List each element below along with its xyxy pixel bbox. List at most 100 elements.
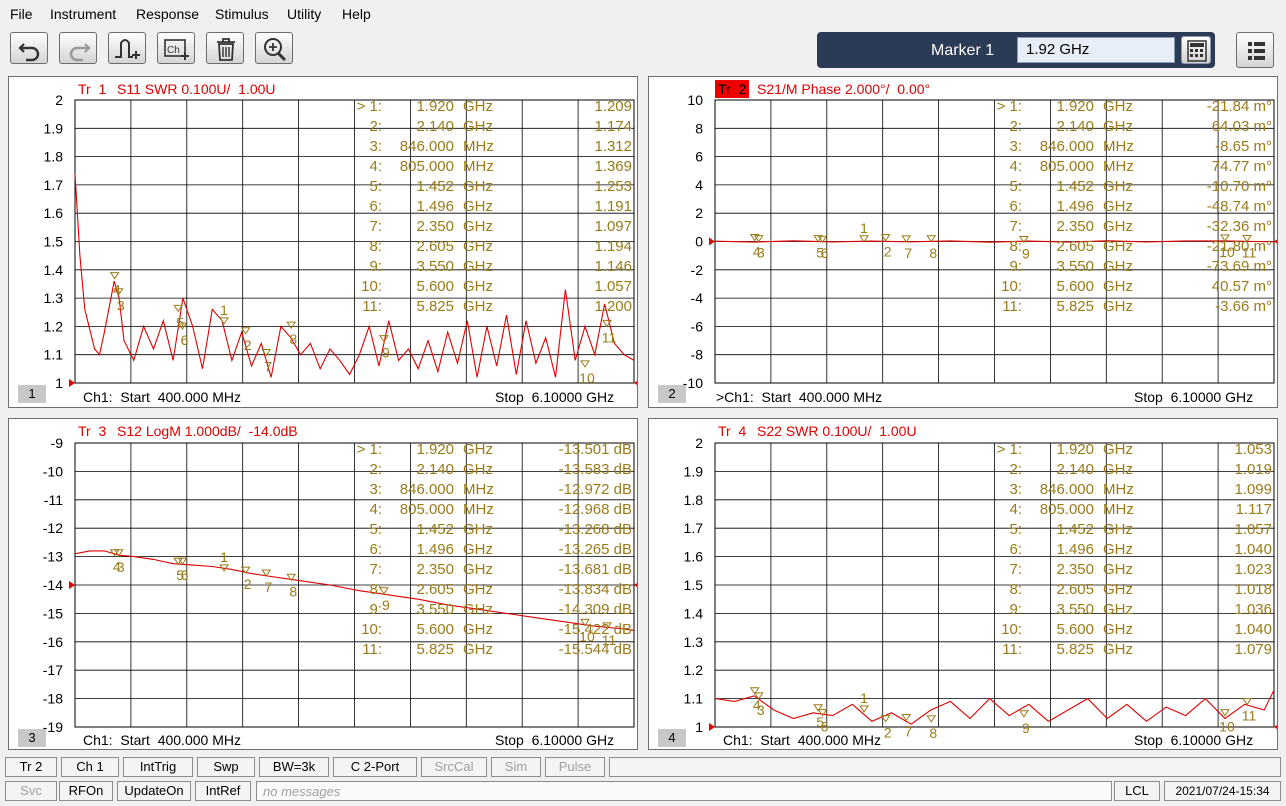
start-frequency[interactable]: Ch1: Start 400.000 MHz	[83, 389, 241, 405]
add-marker-button[interactable]	[108, 32, 146, 64]
marker-table-frequency[interactable]: 2.605	[416, 581, 454, 598]
status-calibration[interactable]: C 2-Port	[333, 757, 417, 777]
status-sweep[interactable]: Swp	[197, 757, 255, 777]
marker-table-frequency[interactable]: 2.605	[1056, 238, 1094, 255]
delete-button[interactable]	[206, 32, 244, 64]
marker-table-frequency[interactable]: 2.140	[1056, 461, 1094, 478]
marker-value-input[interactable]: 1.92 GHz	[1017, 37, 1175, 63]
marker-table-frequency[interactable]: 5.600	[416, 621, 454, 638]
reference-level-marker[interactable]	[69, 581, 75, 589]
status-simulation[interactable]: Sim	[491, 757, 541, 777]
trace-plot-2[interactable]: 1086420-2-4-6-8-101234 56 7 8 9 10 11> 1: 1.920…	[649, 77, 1277, 407]
start-frequency[interactable]: >Ch1: Start 400.000 MHz	[716, 389, 882, 405]
marker-table-frequency[interactable]: 1.452	[416, 521, 454, 538]
reference-level-marker[interactable]	[709, 237, 715, 246]
marker-glyph[interactable]	[286, 321, 297, 329]
trace-plot-1[interactable]: 21.91.81.71.61.51.41.31.21.1112345678910…	[9, 77, 637, 407]
trace-window-3[interactable]: Tr 3 S12 LogM 1.000dB/ -14.0dB -9 -10 -11-…	[8, 418, 638, 750]
trace-window-4[interactable]: Tr 4 S22 SWR 0.100U/ 1.00U 2 1.9 1.8 1.7 1.6…	[648, 418, 1278, 750]
marker-table-frequency[interactable]: 1.496	[1056, 198, 1094, 215]
marker-table-frequency[interactable]: 1.920	[1056, 98, 1094, 115]
menu-file[interactable]: File	[10, 6, 33, 22]
marker-table-frequency[interactable]: 2.350	[416, 561, 454, 578]
marker-glyph[interactable]	[1018, 710, 1029, 718]
marker-table-frequency[interactable]: 2.350	[1056, 218, 1094, 235]
marker-table-frequency[interactable]: 3.550	[1056, 601, 1094, 618]
marker-table-frequency[interactable]: 1.452	[416, 178, 454, 195]
marker-table-frequency[interactable]: 3.550	[416, 601, 454, 618]
marker-table-frequency[interactable]: 3.550	[416, 258, 454, 275]
status-pulse[interactable]: Pulse	[545, 757, 605, 777]
status-rf-on[interactable]: RFOn	[59, 781, 113, 801]
marker-table-frequency[interactable]: 2.350	[416, 218, 454, 235]
marker-table-frequency[interactable]: 846.000	[1040, 481, 1094, 498]
marker-glyph[interactable]	[219, 317, 230, 325]
marker-glyph[interactable]	[901, 235, 912, 243]
start-frequency[interactable]: Ch1: Start 400.000 MHz	[723, 732, 881, 748]
reference-level-marker[interactable]	[69, 379, 75, 387]
undo-button[interactable]	[10, 32, 48, 64]
status-bandwidth[interactable]: BW=3k	[259, 757, 329, 777]
trace-window-1[interactable]: Tr 1 S11 SWR 0.100U/ 1.00U 2 1.9 1.8 1.7 1.6…	[8, 76, 638, 408]
marker-table-frequency[interactable]: 846.000	[400, 138, 454, 155]
marker-table-frequency[interactable]: 5.600	[1056, 621, 1094, 638]
marker-table-frequency[interactable]: 2.140	[416, 118, 454, 135]
trace-plot-3[interactable]: -9-10-11-12-13-14-15-16-17-18-191234567 8…	[9, 419, 637, 749]
marker-table-frequency[interactable]: 805.000	[400, 501, 454, 518]
marker-table-frequency[interactable]: 5.825	[416, 298, 454, 315]
marker-table-frequency[interactable]: 1.496	[1056, 541, 1094, 558]
stop-frequency[interactable]: Stop 6.10000 GHz	[495, 732, 614, 748]
marker-table-frequency[interactable]: 1.452	[1056, 521, 1094, 538]
marker-table-frequency[interactable]: 5.825	[1056, 298, 1094, 315]
marker-table-frequency[interactable]: 5.600	[1056, 278, 1094, 295]
stop-frequency[interactable]: Stop 6.10000 GHz	[1134, 389, 1253, 405]
menu-utility[interactable]: Utility	[287, 6, 321, 22]
marker-table-frequency[interactable]: 1.920	[1056, 441, 1094, 458]
status-local[interactable]: LCL	[1114, 781, 1160, 801]
marker-glyph[interactable]	[859, 705, 870, 713]
menu-instrument[interactable]: Instrument	[50, 6, 116, 22]
marker-table-frequency[interactable]: 1.496	[416, 541, 454, 558]
stop-frequency[interactable]: Stop 6.10000 GHz	[495, 389, 614, 405]
marker-table-frequency[interactable]: 2.605	[416, 238, 454, 255]
marker-glyph[interactable]	[926, 715, 937, 723]
marker-table-frequency[interactable]: 846.000	[400, 481, 454, 498]
menu-help[interactable]: Help	[342, 6, 371, 22]
status-active-trace[interactable]: Tr 2	[5, 757, 57, 777]
marker-glyph[interactable]	[1220, 709, 1230, 717]
marker-table-frequency[interactable]: 805.000	[1040, 158, 1094, 175]
marker-table-frequency[interactable]: 2.140	[416, 461, 454, 478]
status-active-channel[interactable]: Ch 1	[61, 757, 119, 777]
trace-window-2[interactable]: Tr 2 S21/M Phase 2.000°/ 0.00° 10 8 6 4 2 0 -2…	[648, 76, 1278, 408]
redo-button[interactable]	[59, 32, 97, 64]
status-trigger[interactable]: IntTrig	[123, 757, 193, 777]
marker-table-frequency[interactable]: 2.605	[1056, 581, 1094, 598]
start-frequency[interactable]: Ch1: Start 400.000 MHz	[83, 732, 241, 748]
marker-table-frequency[interactable]: 2.140	[1056, 118, 1094, 135]
marker-table-frequency[interactable]: 1.920	[416, 98, 454, 115]
menu-response[interactable]: Response	[136, 6, 199, 22]
marker-glyph[interactable]	[1242, 698, 1252, 706]
status-source-cal[interactable]: SrcCal	[421, 757, 487, 777]
status-update-on[interactable]: UpdateOn	[117, 781, 191, 801]
stop-frequency[interactable]: Stop 6.10000 GHz	[1134, 732, 1253, 748]
marker-table-frequency[interactable]: 5.825	[416, 641, 454, 658]
marker-table-frequency[interactable]: 5.600	[416, 278, 454, 295]
marker-glyph[interactable]	[378, 335, 389, 343]
marker-glyph[interactable]	[109, 272, 120, 280]
marker-table-frequency[interactable]: 5.825	[1056, 641, 1094, 658]
marker-glyph[interactable]	[580, 360, 590, 368]
marker-table-frequency[interactable]: 846.000	[1040, 138, 1094, 155]
marker-table-frequency[interactable]: 1.496	[416, 198, 454, 215]
status-int-ref[interactable]: IntRef	[195, 781, 251, 801]
zoom-button[interactable]	[255, 32, 293, 64]
status-service[interactable]: Svc	[5, 781, 57, 801]
add-channel-button[interactable]: Ch	[157, 32, 195, 64]
marker-table-frequency[interactable]: 3.550	[1056, 258, 1094, 275]
softkey-menu-button[interactable]	[1236, 32, 1274, 68]
menu-stimulus[interactable]: Stimulus	[215, 6, 269, 22]
calculator-button[interactable]	[1181, 36, 1211, 64]
marker-table-frequency[interactable]: 805.000	[1040, 501, 1094, 518]
marker-table-frequency[interactable]: 1.920	[416, 441, 454, 458]
reference-level-marker[interactable]	[709, 723, 715, 731]
